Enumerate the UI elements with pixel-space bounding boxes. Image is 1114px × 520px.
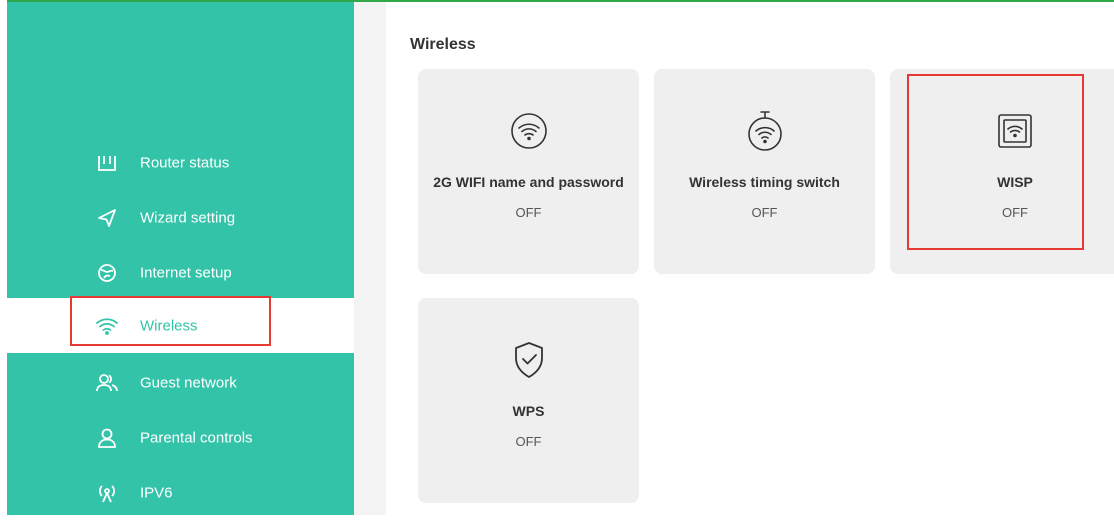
card-title: WPS [512, 403, 545, 419]
card-status: OFF [1002, 205, 1028, 220]
card-status: OFF [515, 434, 542, 449]
sidebar-item-ipv6[interactable]: IPV6 [7, 465, 354, 520]
card-wireless-timing-switch[interactable]: Wireless timing switch OFF [654, 69, 875, 274]
users-icon [94, 370, 120, 396]
wifi-icon [94, 313, 120, 339]
sidebar-item-label: Parental controls [140, 429, 253, 446]
sidebar-item-wizard-setting[interactable]: Wizard setting [7, 190, 354, 245]
window-left-border [0, 0, 7, 515]
user-icon [94, 425, 120, 451]
card-title: WISP [997, 174, 1033, 190]
card-wisp[interactable]: WISP OFF [890, 69, 1114, 274]
sidebar-item-internet-setup[interactable]: Internet setup [7, 245, 354, 300]
sidebar-item-wireless[interactable]: Wireless [7, 298, 354, 353]
sidebar-item-label: Guest network [140, 374, 237, 391]
wisp-icon [993, 109, 1037, 153]
page-title: Wireless [410, 36, 476, 53]
antenna-icon [94, 480, 120, 506]
sidebar-divider [354, 2, 386, 515]
sidebar-item-router-status[interactable]: Router status [7, 135, 354, 190]
card-2g-wifi[interactable]: 2G WIFI name and password OFF [418, 69, 639, 274]
wifi-circle-icon [507, 109, 551, 153]
sidebar-item-label: Wizard setting [140, 209, 236, 226]
sidebar-item-label: IPV6 [140, 484, 173, 501]
send-icon [94, 205, 120, 231]
card-wps[interactable]: WPS OFF [418, 298, 639, 503]
card-status: OFF [751, 205, 778, 220]
sidebar-item-label: Router status [140, 154, 230, 171]
sidebar-item-guest-network[interactable]: Guest network [7, 355, 354, 410]
shield-check-icon [507, 338, 551, 382]
sidebar: Router status Wizard setting Internet se… [7, 2, 354, 515]
card-title: Wireless timing switch [689, 174, 840, 190]
sidebar-item-label: Internet setup [140, 264, 232, 281]
card-title: 2G WIFI name and password [433, 174, 624, 190]
sidebar-item-label: Wireless [140, 317, 198, 334]
card-status: OFF [515, 205, 542, 220]
sidebar-item-parental-controls[interactable]: Parental controls [7, 410, 354, 465]
router-icon [94, 150, 120, 176]
globe-icon [94, 260, 120, 286]
wifi-timer-icon [743, 109, 787, 153]
